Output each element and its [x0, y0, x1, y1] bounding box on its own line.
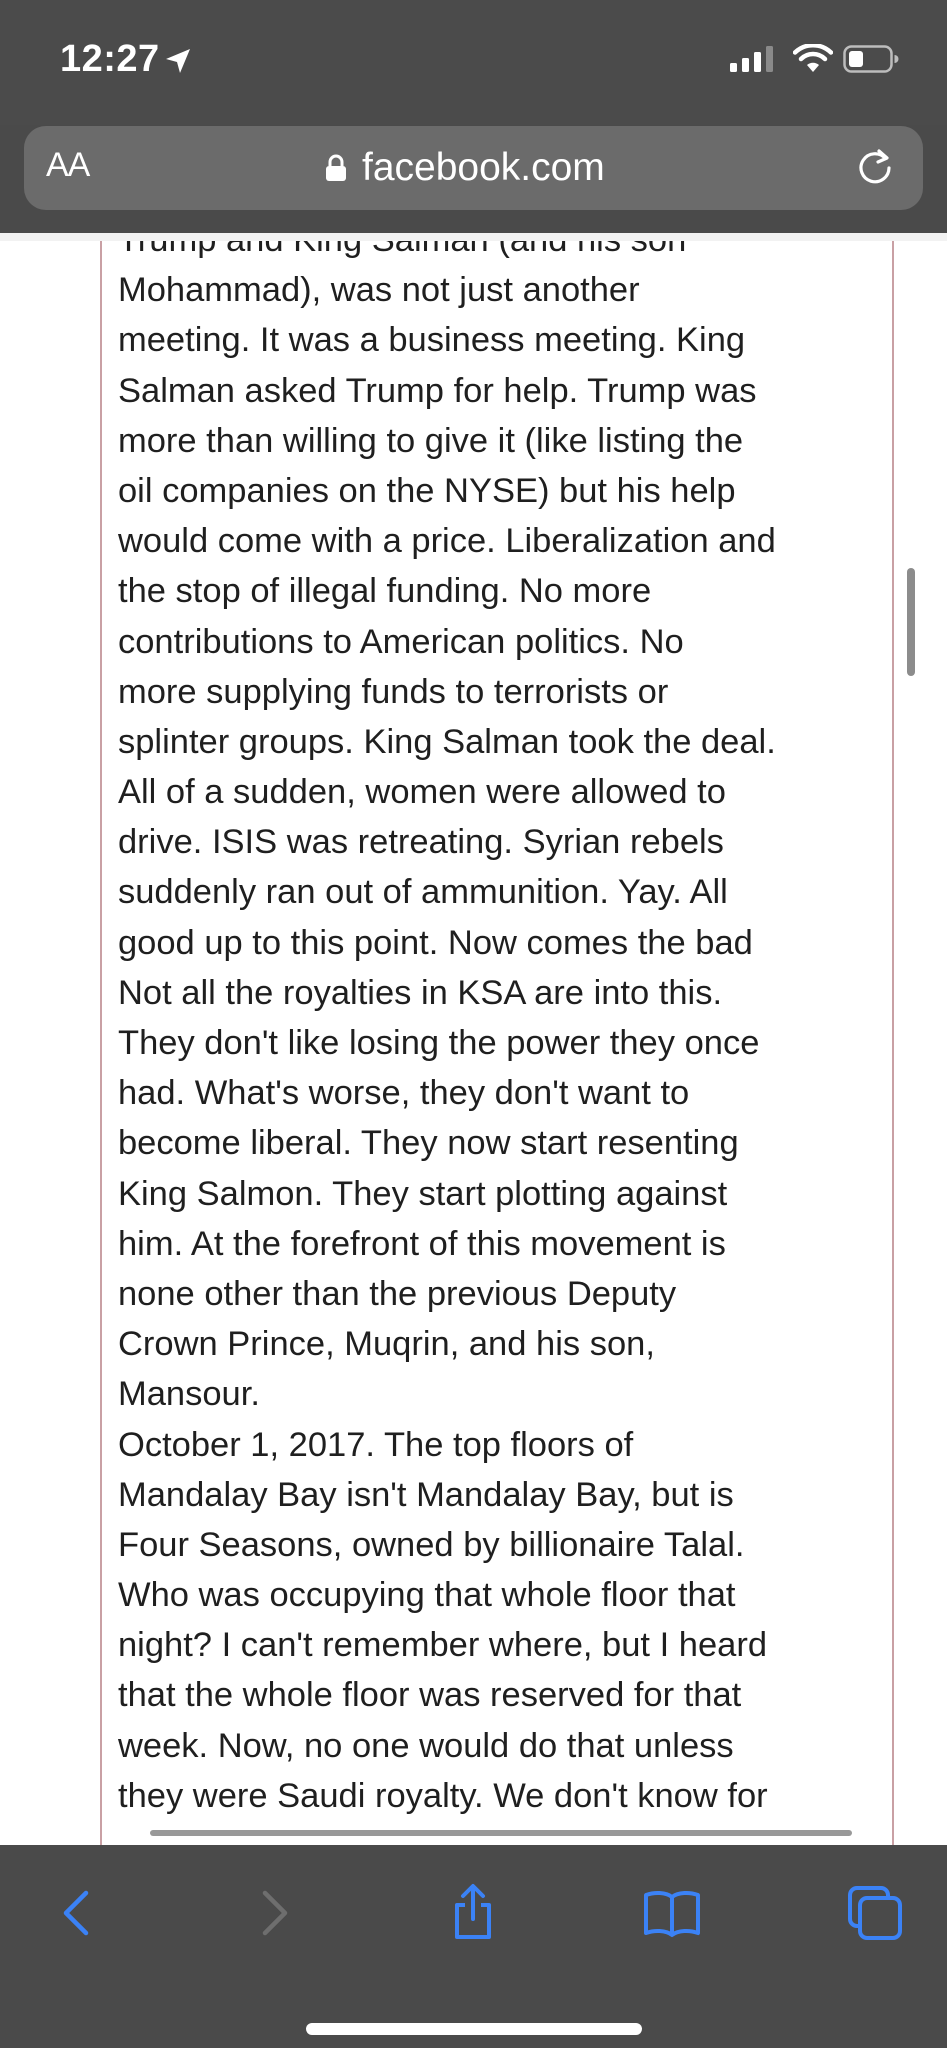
post-line: meeting. It was a business meeting. King [118, 321, 746, 360]
wifi-icon [793, 44, 833, 72]
post-line: oil companies on the NYSE) but his help [118, 471, 736, 510]
share-icon[interactable] [443, 1883, 503, 1943]
post-line: They don't like losing the power they on… [118, 1024, 760, 1062]
top-shadow [0, 233, 947, 241]
post-line: that the whole floor was reserved for th… [118, 1676, 742, 1715]
post-line: All of a sudden, women were allowed to [118, 773, 726, 812]
post-line: Not all the royalties in KSA are into th… [118, 973, 723, 1012]
post-body: Trump and King Salman (and his son Moham… [118, 233, 878, 1821]
post-line: Four Seasons, owned by billionaire Talal… [118, 1525, 745, 1564]
post-line: more than willing to give it (like listi… [118, 421, 744, 460]
web-content[interactable]: Trump and King Salman (and his son Moham… [0, 233, 947, 1845]
post-line: Who was occupying that whole floor that [118, 1576, 736, 1615]
location-arrow-icon [166, 49, 190, 73]
address-bar[interactable]: AA facebook.com [24, 126, 923, 210]
post-line: Mohammad), was not just another [118, 271, 640, 310]
post-line: Crown Prince, Muqrin, and his son, [118, 1325, 655, 1364]
post-line: more supplying funds to terrorists or [118, 672, 669, 711]
url-text: facebook.com [362, 146, 605, 189]
post-line: drive. ISIS was retreating. Syrian rebel… [118, 823, 724, 862]
post-line: him. At the forefront of this movement i… [118, 1224, 726, 1263]
post-line: Mansour. [118, 1375, 260, 1414]
bottom-toolbar [0, 1845, 947, 2048]
lock-icon [326, 154, 346, 181]
home-indicator[interactable] [306, 2023, 642, 2035]
battery-icon [843, 45, 899, 73]
vertical-scrollbar[interactable] [907, 568, 915, 676]
book-icon[interactable] [642, 1883, 702, 1943]
post-line: they were Saudi royalty. We don't know f… [118, 1776, 768, 1815]
post-line: good up to this point. Now comes the bad [118, 923, 753, 962]
url-field[interactable]: facebook.com [324, 144, 605, 192]
post-line: had. What's worse, they don't want to [118, 1074, 690, 1113]
reload-icon[interactable] [855, 148, 895, 188]
horizontal-scrollbar[interactable] [150, 1830, 852, 1836]
tabs-icon[interactable] [845, 1883, 905, 1943]
post-line: Mandalay Bay isn't Mandalay Bay, but is [118, 1475, 734, 1514]
post-line: none other than the previous Deputy [118, 1274, 677, 1313]
post-line: October 1, 2017. The top floors of [118, 1425, 634, 1464]
chevron-left-icon[interactable] [48, 1883, 108, 1943]
post-line: suddenly ran out of ammunition. Yay. All [118, 873, 728, 912]
post-line: week. Now, no one would do that unless [118, 1726, 734, 1765]
status-bar: 12:27 [0, 0, 947, 125]
chevron-right-icon[interactable] [243, 1883, 303, 1943]
post-line: the stop of illegal funding. No more [118, 572, 652, 611]
post-line: become liberal. They now start resenting [118, 1124, 739, 1163]
post-line: contributions to American politics. No [118, 622, 684, 661]
cellular-signal-icon [730, 46, 773, 72]
post-line: night? I can't remember where, but I hea… [118, 1626, 768, 1665]
post-line: splinter groups. King Salman took the de… [118, 722, 776, 761]
status-time: 12:27 [60, 38, 160, 80]
post-line: King Salmon. They start plotting against [118, 1174, 728, 1213]
post-line: Salman asked Trump for help. Trump was [118, 371, 757, 410]
post-line: would come with a price. Liberalization … [118, 522, 776, 561]
text-size-button[interactable]: AA [46, 146, 90, 185]
